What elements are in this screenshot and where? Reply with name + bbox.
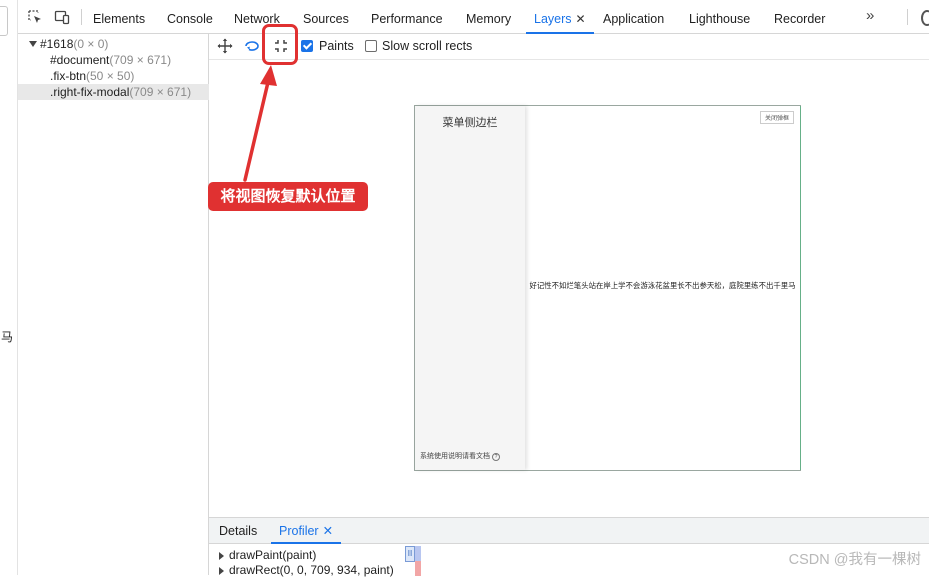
layer-tree-item[interactable]: .fix-btn(50 × 50) xyxy=(18,68,240,84)
devtools-tab-bar: Elements Console Network Sources Perform… xyxy=(18,0,929,34)
watermark: CSDN @我有一棵树 xyxy=(788,552,921,568)
tab-memory[interactable]: Memory xyxy=(466,0,511,33)
toolbar-divider xyxy=(907,9,908,25)
layer-tree-root[interactable]: #1618(0 × 0) xyxy=(18,36,208,52)
layer-border xyxy=(800,106,801,470)
tab-details[interactable]: Details xyxy=(219,518,257,543)
expand-triangle-icon[interactable] xyxy=(219,551,224,560)
page-edge-char: 马 xyxy=(1,330,14,344)
sidebar-footer: 系统使用说明请看文档? xyxy=(420,451,500,461)
tab-layers[interactable]: Layers ✕ xyxy=(526,0,594,34)
tab-recorder[interactable]: Recorder xyxy=(774,0,825,33)
tab-lighthouse[interactable]: Lighthouse xyxy=(689,0,750,33)
inspected-page-edge: 马 xyxy=(0,0,18,575)
tab-application[interactable]: Application xyxy=(603,0,664,33)
tab-profiler[interactable]: Profiler ✕ xyxy=(270,518,342,544)
expand-triangle-icon[interactable] xyxy=(219,566,224,575)
layer-tree-item[interactable]: #document(709 × 671) xyxy=(18,52,240,68)
profiler-row[interactable]: drawPaint(paint) xyxy=(219,548,316,562)
layers-3d-viewport[interactable]: 菜单侧边栏 系统使用说明请看文档? 关闭弹框 好记性不如烂笔头站在岸上学不会游泳… xyxy=(209,60,929,516)
layer-preview[interactable]: 菜单侧边栏 系统使用说明请看文档? 关闭弹框 好记性不如烂笔头站在岸上学不会游泳… xyxy=(414,105,801,471)
tab-elements[interactable]: Elements xyxy=(93,0,145,33)
rotate-mode-icon[interactable] xyxy=(244,39,260,53)
tab-console[interactable]: Console xyxy=(167,0,213,33)
device-toolbar-icon[interactable] xyxy=(54,9,70,25)
sidebar-title: 菜单侧边栏 xyxy=(442,117,498,129)
annotation-arrow xyxy=(243,65,277,182)
profiler-timeline-bars xyxy=(415,546,421,576)
expand-triangle-icon[interactable] xyxy=(29,41,37,48)
help-icon: ? xyxy=(492,453,500,461)
menu-sidebar: 菜单侧边栏 系统使用说明请看文档? xyxy=(415,106,525,470)
annotation-highlight-box xyxy=(262,24,298,65)
slow-scroll-checkbox[interactable] xyxy=(365,40,377,52)
slow-scroll-label: Slow scroll rects xyxy=(382,39,473,53)
paints-checkbox[interactable] xyxy=(301,40,313,52)
layer-tree-item-selected[interactable]: .right-fix-modal(709 × 671) xyxy=(18,84,240,100)
modal-body-text: 好记性不如烂笔头站在岸上学不会游泳花盆里长不出参天松，庭院里练不出千里马 xyxy=(529,281,796,290)
layers-toolbar: Paints Slow scroll rects xyxy=(209,34,929,60)
tab-performance[interactable]: Performance xyxy=(371,0,443,33)
inspect-element-icon[interactable] xyxy=(27,9,43,25)
page-input-stub[interactable] xyxy=(0,6,8,36)
settings-icon[interactable] xyxy=(921,10,929,26)
paints-label: Paints xyxy=(319,39,354,53)
layer-tree: #1618(0 × 0) #document(709 × 671) .fix-b… xyxy=(18,34,240,575)
toolbar-divider xyxy=(81,9,82,25)
drawer-tab-bar: Details Profiler ✕ xyxy=(209,517,929,544)
close-tab-icon[interactable]: ✕ xyxy=(323,524,333,538)
annotation-callout: 将视图恢复默认位置 xyxy=(208,182,368,211)
pan-mode-icon[interactable] xyxy=(217,38,233,54)
close-modal-button: 关闭弹框 xyxy=(759,111,794,124)
pause-icon[interactable]: II xyxy=(405,546,415,562)
close-tab-icon[interactable]: ✕ xyxy=(576,12,586,26)
tab-sources[interactable]: Sources xyxy=(303,0,349,33)
more-tabs-icon[interactable]: » xyxy=(866,7,875,24)
